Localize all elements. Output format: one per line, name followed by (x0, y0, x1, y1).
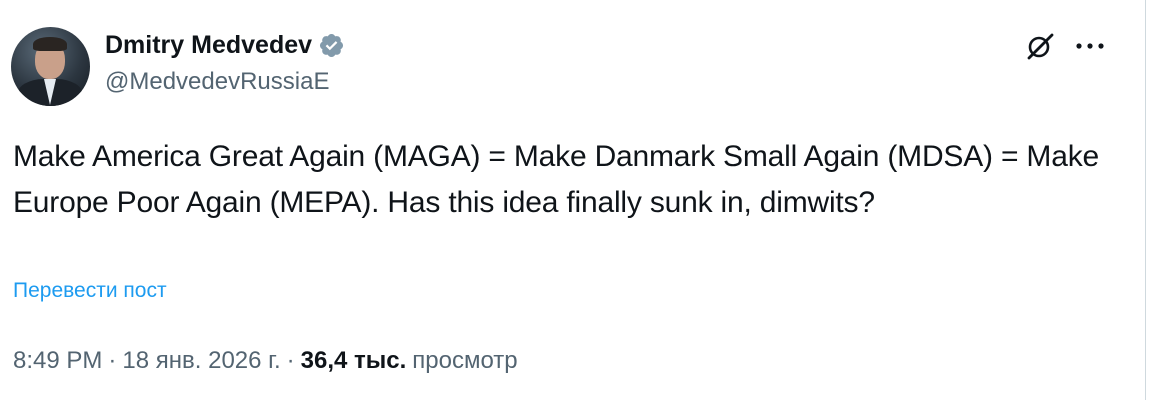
meta-separator: · (108, 347, 117, 374)
tweet-text: Make America Great Again (MAGA) = Make D… (13, 140, 1099, 219)
author-name-row: Dmitry Medvedev (105, 28, 345, 62)
tweet-time[interactable]: 8:49 PM (13, 347, 102, 375)
avatar-hair (33, 37, 67, 51)
verified-badge-icon[interactable] (318, 32, 345, 59)
avatar[interactable] (11, 27, 90, 106)
author-handle[interactable]: @MedvedevRussiaE (105, 68, 329, 96)
views-count[interactable]: 36,4 тыс. (301, 347, 407, 375)
meta-separator: · (286, 347, 295, 374)
author-display-name[interactable]: Dmitry Medvedev (105, 31, 312, 60)
tweet-date[interactable]: 18 янв. 2026 г. (122, 347, 280, 375)
views-label: просмотр (412, 347, 518, 374)
tweet-card: Dmitry Medvedev @MedvedevRussiaE Make Am… (0, 0, 1146, 400)
translate-post-link[interactable]: Перевести пост (13, 279, 167, 303)
grok-icon[interactable] (1023, 29, 1057, 63)
more-icon[interactable] (1072, 29, 1108, 63)
tweet-meta: 8:49 PM · 18 янв. 2026 г. · 36,4 тыс. пр… (13, 347, 518, 375)
